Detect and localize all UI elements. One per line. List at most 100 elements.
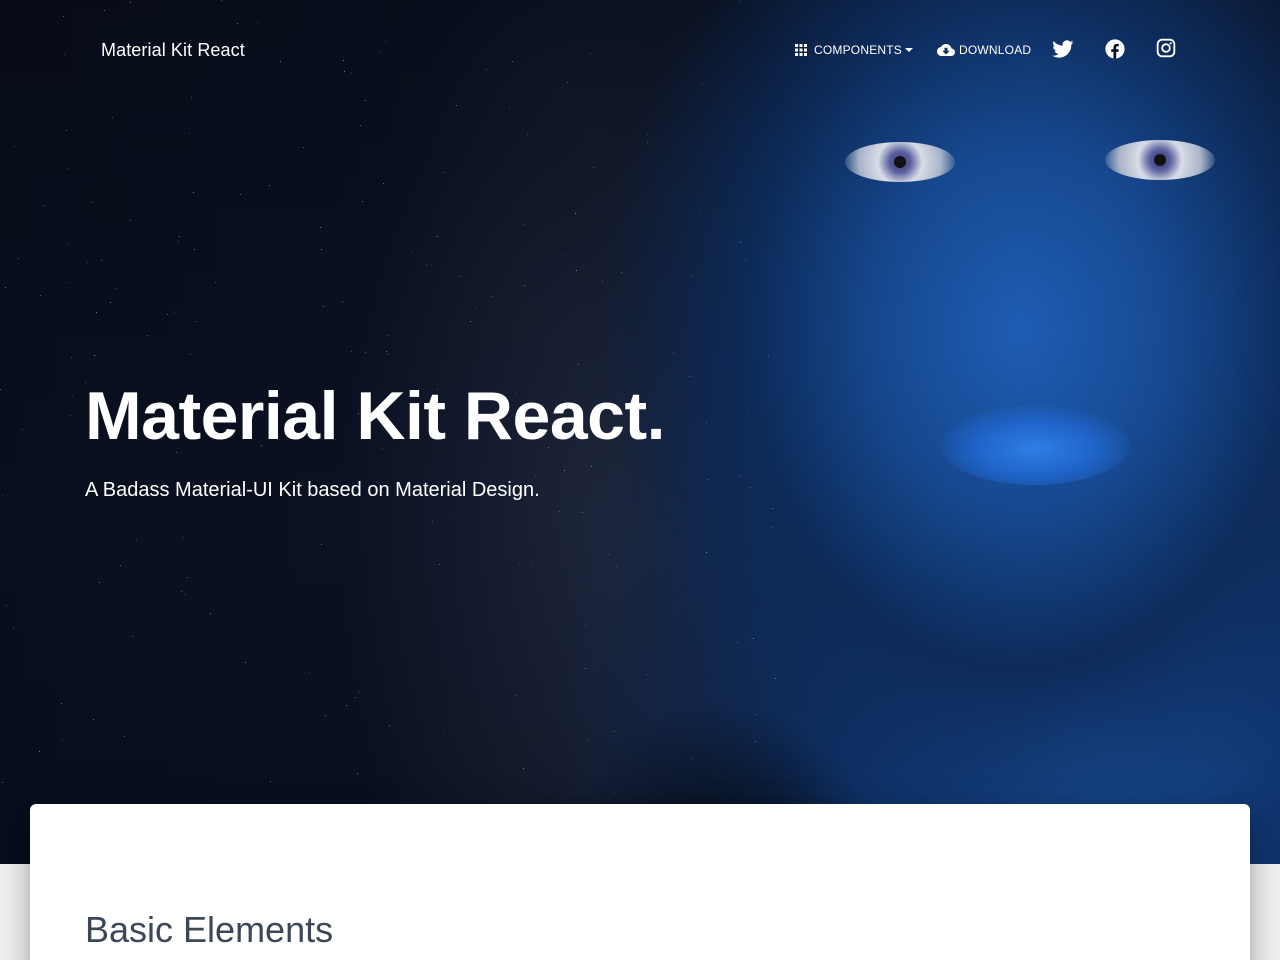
star-dot [748,411,749,412]
star-dot [181,591,182,592]
star-dot [245,662,246,663]
star-dot [320,227,321,228]
star-dot [13,628,14,629]
star-dot [768,356,769,357]
star-dot [383,183,384,184]
star-dot [689,376,690,377]
star-dot [92,202,93,203]
star-dot [187,577,188,578]
star-dot [2,782,3,783]
face-lips [940,405,1130,485]
star-dot [565,255,566,256]
instagram-icon [1156,38,1176,58]
star-dot [66,130,67,131]
star-dot [321,544,322,545]
star-dot [737,642,738,643]
download-button[interactable]: Download [937,36,1031,64]
star-dot [18,258,19,259]
star-dot [740,476,741,477]
brand-link[interactable]: Material Kit React [101,38,245,62]
star-dot [110,302,111,303]
star-dot [183,537,184,538]
star-dot [387,335,388,336]
star-dot [772,527,773,528]
star-dot [524,224,525,225]
star-dot [647,142,648,143]
section-title-basic-elements: Basic Elements [85,909,334,950]
star-dot [546,612,547,613]
star-dot [740,242,741,243]
facebook-button[interactable] [1104,38,1126,60]
star-dot [707,479,708,480]
star-dot [439,564,440,565]
hero-title: Material Kit React. [85,378,666,454]
star-dot [2,495,3,496]
star-dot [112,117,113,118]
star-dot [359,692,360,693]
star-dot [614,731,615,732]
navbar: Material Kit React Components Download [0,0,1280,100]
star-dot [616,566,617,567]
star-dot [101,260,102,261]
star-dot [167,314,168,315]
star-dot [68,244,69,245]
star-dot [184,594,185,595]
star-dot [194,249,195,250]
star-dot [14,146,15,147]
star-dot [460,276,461,277]
star-dot [178,241,179,242]
star-dot [591,466,592,467]
star-dot [576,270,577,271]
star-dot [179,236,180,237]
star-dot [755,741,756,742]
main-content-card: Basic Elements [30,804,1250,960]
star-dot [210,613,211,614]
star-dot [147,335,148,336]
star-dot [559,511,560,512]
page: Material Kit React Components Download [0,0,1280,960]
star-dot [426,264,427,265]
star-dot [775,678,776,679]
star-dot [585,668,586,669]
star-dot [519,563,520,564]
star-dot [174,312,175,313]
star-dot [575,213,576,214]
star-dot [132,636,133,637]
star-dot [578,364,579,365]
instagram-button[interactable] [1156,38,1178,60]
star-dot [585,625,586,626]
star-dot [72,395,73,396]
star-dot [527,134,528,135]
star-dot [523,768,524,769]
star-dot [593,167,594,168]
face-pupil-right [1154,154,1166,166]
star-dot [535,475,536,476]
star-dot [130,220,131,221]
star-dot [745,259,746,260]
twitter-button[interactable] [1052,38,1074,60]
star-dot [115,288,116,289]
twitter-icon [1052,40,1074,58]
star-dot [564,470,565,471]
download-label: Download [959,43,1032,57]
star-dot [699,211,700,212]
face-eye-left [845,142,955,182]
star-dot [524,285,525,286]
star-dot [99,582,100,583]
hero-subtitle: A Badass Material-UI Kit based on Materi… [85,479,540,501]
star-dot [321,249,322,250]
star-dot [269,185,270,186]
star-dot [6,605,7,606]
components-label: Components [814,43,903,57]
star-dot [71,357,72,358]
star-dot [303,147,304,148]
star-dot [215,282,216,283]
star-dot [456,105,457,106]
star-dot [40,295,41,296]
star-dot [362,201,363,202]
components-dropdown-button[interactable]: Components [794,36,914,64]
star-dot [67,168,68,169]
star-dot [189,133,190,134]
star-dot [44,205,45,206]
star-dot [509,108,510,109]
